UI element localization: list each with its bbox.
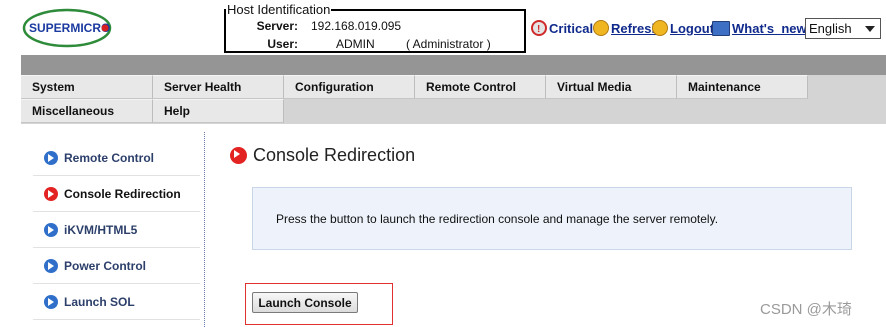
user-role: ( Administrator ) xyxy=(406,37,491,51)
supermicro-logo: SUPERMICRO xyxy=(22,7,112,49)
sidebar-item-console-redirection[interactable]: Console Redirection xyxy=(33,176,200,212)
svg-text:!: ! xyxy=(537,24,540,34)
refresh-icon xyxy=(593,20,609,36)
sidebar-item-label: Launch SOL xyxy=(64,294,135,309)
menu-server-health[interactable]: Server Health xyxy=(153,75,284,99)
sidebar-item-label: Remote Control xyxy=(64,150,154,165)
sidebar-item-label: Console Redirection xyxy=(64,186,181,201)
server-label: Server: xyxy=(256,19,298,33)
sidebar-item-label: Power Control xyxy=(64,258,147,273)
critical-icon: ! xyxy=(531,20,547,36)
sidebar-item-launch-sol[interactable]: Launch SOL xyxy=(33,284,200,320)
host-identification-box: Host Identification Server: 192.168.019.… xyxy=(224,3,526,53)
refresh-link[interactable]: Refresh xyxy=(593,19,659,37)
menu-remote-control[interactable]: Remote Control xyxy=(415,75,546,99)
logout-label: Logout xyxy=(670,20,715,36)
menu-configuration[interactable]: Configuration xyxy=(284,75,415,99)
arrow-right-circle-icon xyxy=(44,294,58,309)
arrow-right-circle-icon xyxy=(44,186,58,201)
svg-text:SUPERMICRO: SUPERMICRO xyxy=(29,21,110,35)
logout-link[interactable]: Logout xyxy=(652,19,714,37)
sidebar-item-power-control[interactable]: Power Control xyxy=(33,248,200,284)
arrow-right-circle-icon xyxy=(230,147,247,164)
page-title-text: Console Redirection xyxy=(253,145,416,165)
sidebar-item-label: iKVM/HTML5 xyxy=(64,222,138,237)
watermark: CSDN @木琦 xyxy=(760,301,852,318)
sidebar-divider xyxy=(204,132,205,327)
arrow-right-circle-icon xyxy=(44,222,58,237)
menu-virtual-media[interactable]: Virtual Media xyxy=(546,75,677,99)
host-identification-legend: Host Identification xyxy=(226,2,332,17)
sidebar-item-ikvm-html5[interactable]: iKVM/HTML5 xyxy=(33,212,200,248)
launch-console-button[interactable]: Launch Console xyxy=(252,292,358,313)
language-selected: English xyxy=(809,21,852,36)
logout-icon xyxy=(652,20,668,36)
arrow-right-circle-icon xyxy=(44,150,58,165)
menu-miscellaneous[interactable]: Miscellaneous xyxy=(21,99,153,123)
header-divider-bar xyxy=(21,55,886,75)
page-title: Console Redirection xyxy=(230,145,415,166)
arrow-right-circle-icon xyxy=(44,258,58,273)
server-value: 192.168.019.095 xyxy=(311,19,402,33)
critical-link[interactable]: ! Critical xyxy=(531,19,593,37)
language-select[interactable]: English xyxy=(805,18,881,39)
monitor-icon xyxy=(712,20,730,36)
menu-maintenance[interactable]: Maintenance xyxy=(677,75,808,99)
critical-label: Critical xyxy=(549,20,594,36)
info-text: Press the button to launch the redirecti… xyxy=(276,211,719,226)
user-value: ADMIN xyxy=(336,37,375,51)
whats-new-label: What's_new xyxy=(732,20,807,36)
menu-help[interactable]: Help xyxy=(153,99,284,123)
whats-new-link[interactable]: What's_new xyxy=(712,19,807,37)
info-box: Press the button to launch the redirecti… xyxy=(252,187,852,250)
sidebar-item-remote-control[interactable]: Remote Control xyxy=(33,140,200,176)
user-label: User: xyxy=(267,37,298,51)
main-menu: System Server Health Configuration Remot… xyxy=(21,75,886,124)
chevron-down-icon xyxy=(865,26,875,32)
menu-system[interactable]: System xyxy=(21,75,153,99)
